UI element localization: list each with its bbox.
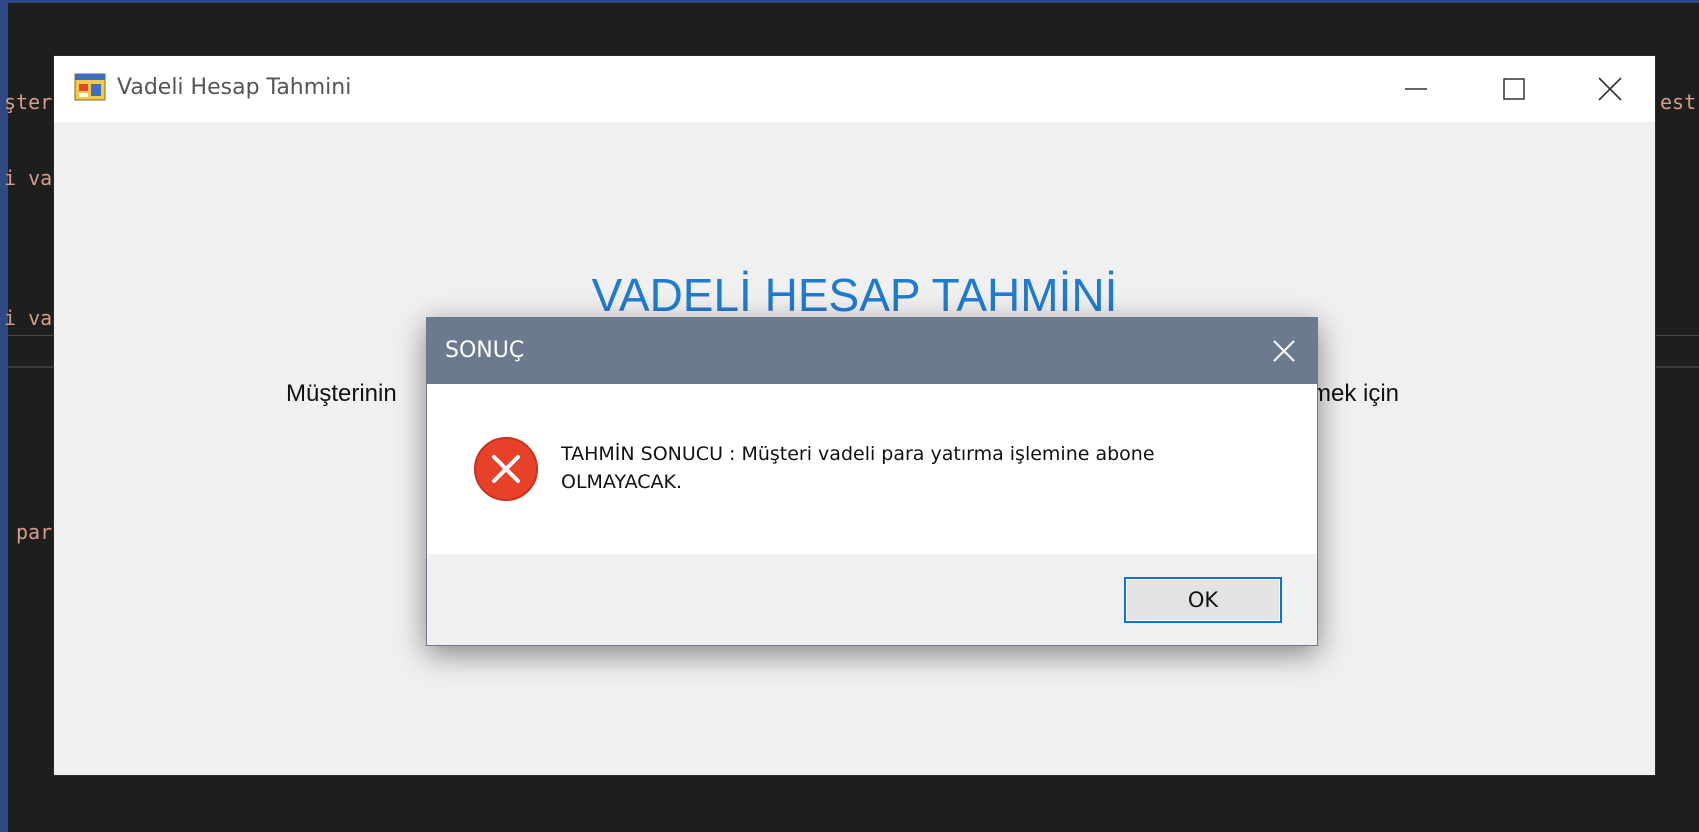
window-title: Vadeli Hesap Tahmini bbox=[117, 75, 352, 100]
dialog-message: TAHMİN SONUCU : Müşteri vadeli para yatı… bbox=[561, 443, 1155, 493]
code-fragment: şter bbox=[4, 90, 53, 114]
close-button[interactable] bbox=[1562, 56, 1658, 122]
editor-separator bbox=[1655, 366, 1699, 368]
page-heading: VADELİ HESAP TAHMİNİ bbox=[591, 269, 1118, 321]
editor-separator bbox=[8, 335, 54, 336]
minimize-icon bbox=[1405, 88, 1427, 90]
code-fragment: par bbox=[16, 520, 53, 544]
maximize-button[interactable] bbox=[1466, 56, 1562, 122]
result-dialog: SONUÇ TAHMİN SONUCU : Müşteri vadeli par… bbox=[426, 317, 1318, 646]
app-icon bbox=[74, 73, 106, 101]
maximize-icon bbox=[1503, 78, 1525, 100]
dialog-footer: OK bbox=[427, 554, 1317, 645]
close-icon bbox=[1273, 340, 1295, 362]
code-fragment: i va bbox=[4, 166, 53, 190]
window-titlebar[interactable]: Vadeli Hesap Tahmini bbox=[54, 56, 1655, 122]
editor-separator bbox=[8, 366, 54, 368]
dialog-close-button[interactable] bbox=[1251, 318, 1317, 384]
code-fragment: i va bbox=[4, 306, 53, 330]
editor-separator bbox=[1655, 335, 1699, 336]
minimize-button[interactable] bbox=[1368, 56, 1464, 122]
ok-button[interactable]: OK bbox=[1124, 577, 1282, 623]
dialog-titlebar[interactable]: SONUÇ bbox=[427, 318, 1317, 384]
dialog-title: SONUÇ bbox=[445, 338, 525, 363]
code-fragment: est bbox=[1660, 90, 1697, 114]
error-icon bbox=[474, 437, 538, 501]
description-text-left: Müşterinin bbox=[286, 380, 397, 407]
close-icon bbox=[1598, 77, 1622, 101]
